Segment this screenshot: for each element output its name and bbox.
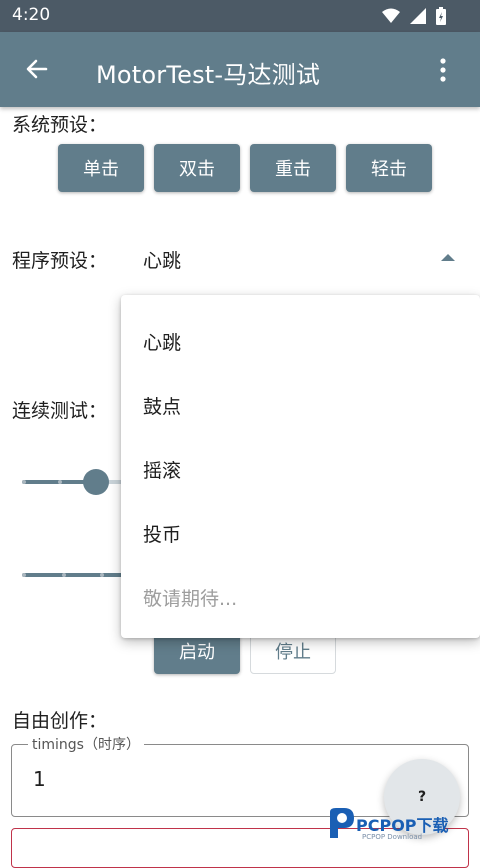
- system-presets-label: 系统预设：: [12, 114, 108, 136]
- dropdown-option-heartbeat[interactable]: 心跳: [143, 328, 181, 355]
- dropdown-option-rock[interactable]: 摇滚: [143, 456, 181, 483]
- arrow-up-icon[interactable]: [441, 254, 455, 261]
- pcpop-logo-icon: [330, 808, 354, 838]
- watermark-logo: PCPOP下载 PCPOP Download: [326, 806, 472, 850]
- app-bar: MotorTest-马达测试: [0, 32, 480, 107]
- slider-1-tick: [58, 480, 62, 484]
- slider-2-track-active[interactable]: [22, 573, 126, 577]
- preset-light-click-button[interactable]: 轻击: [346, 144, 432, 192]
- watermark-subtext: PCPOP Download: [362, 833, 423, 841]
- dropdown-option-coin[interactable]: 投币: [143, 520, 181, 547]
- more-vert-icon[interactable]: [433, 56, 453, 84]
- arrow-back-icon[interactable]: [22, 56, 50, 84]
- status-bar: 4:20: [0, 0, 480, 32]
- slider-2-tick: [22, 573, 26, 577]
- program-preset-select[interactable]: 心跳: [143, 246, 181, 273]
- signal-icon: [410, 8, 426, 24]
- preset-double-click-button[interactable]: 双击: [154, 144, 240, 192]
- app-title: MotorTest-马达测试: [96, 61, 321, 89]
- status-icons: [382, 7, 446, 25]
- battery-icon: [436, 7, 446, 25]
- timings-field-value[interactable]: 1: [33, 767, 46, 791]
- slider-2-tick: [62, 573, 66, 577]
- preset-heavy-click-button[interactable]: 重击: [250, 144, 336, 192]
- program-presets-label: 程序预设：: [12, 250, 108, 272]
- wifi-icon: [382, 8, 400, 23]
- preset-single-click-button[interactable]: 单击: [58, 144, 144, 192]
- slider-1-thumb[interactable]: [83, 469, 109, 495]
- free-creation-label: 自由创作：: [12, 710, 108, 732]
- program-preset-dropdown: 心跳 鼓点 摇滚 投币 敬请期待...: [121, 295, 480, 638]
- dropdown-option-coming-soon: 敬请期待...: [143, 588, 238, 610]
- status-time: 4:20: [12, 5, 51, 25]
- timings-field-label: timings（时序）: [28, 734, 144, 754]
- slider-1-tick: [22, 480, 26, 484]
- dropdown-option-drumbeat[interactable]: 鼓点: [143, 392, 181, 419]
- continuous-test-label: 连续测试：: [12, 400, 108, 422]
- slider-2-tick: [100, 573, 104, 577]
